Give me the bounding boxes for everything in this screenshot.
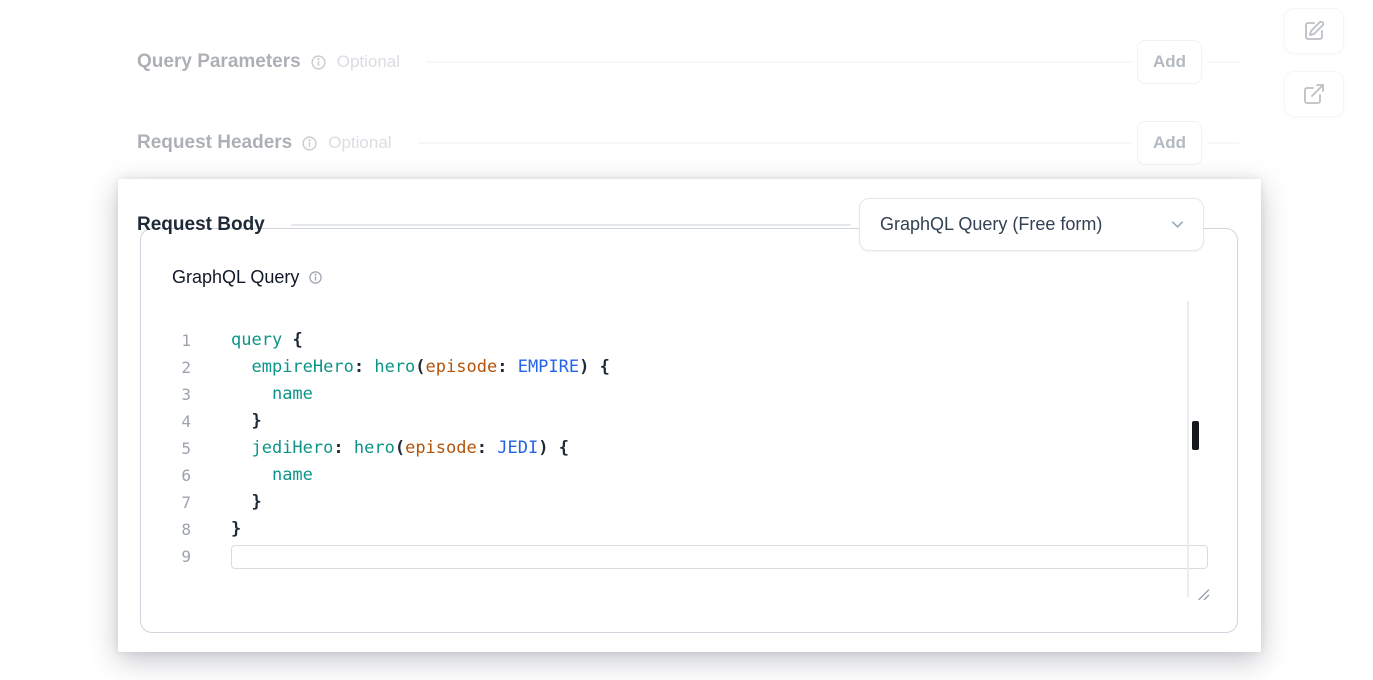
token-punctuation: } (251, 411, 261, 431)
scrollbar-thumb[interactable] (1192, 421, 1199, 450)
token-punctuation: { (559, 438, 569, 458)
code-line-2[interactable]: empireHero: hero(episode: EMPIRE) { (231, 354, 1208, 381)
code-line-3[interactable]: name (231, 381, 1208, 408)
graphql-query-label-row: GraphQL Query (172, 267, 323, 288)
divider-line (291, 224, 851, 226)
line-number: 5 (141, 435, 191, 462)
request-body-title: Request Body (137, 214, 265, 236)
token-punctuation: ( (395, 438, 405, 458)
code-line-4[interactable]: } (231, 408, 1208, 435)
token-plain (231, 411, 251, 431)
body-type-select[interactable]: GraphQL Query (Free form) (859, 198, 1204, 251)
code-line-8[interactable]: } (231, 516, 1208, 543)
body-type-selected-value: GraphQL Query (Free form) (880, 214, 1102, 235)
token-field: name (272, 465, 313, 485)
token-plain (507, 357, 517, 377)
token-punctuation: } (231, 519, 241, 539)
token-enum_value: EMPIRE (518, 357, 579, 377)
code-line-6[interactable]: name (231, 462, 1208, 489)
token-punctuation: ) (538, 438, 548, 458)
token-punctuation: ( (415, 357, 425, 377)
token-punctuation: } (251, 492, 261, 512)
token-field: hero (354, 438, 395, 458)
token-punctuation: : (354, 357, 364, 377)
code-gutter: 123456789 (141, 327, 191, 570)
token-keyword: query (231, 330, 282, 350)
code-line-1[interactable]: query { (231, 327, 1208, 354)
chevron-down-icon (1168, 215, 1187, 234)
line-number: 8 (141, 516, 191, 543)
token-field: hero (374, 357, 415, 377)
token-plain (344, 438, 354, 458)
code-editor[interactable]: query { empireHero: hero(episode: EMPIRE… (231, 327, 1208, 569)
token-field: empireHero (251, 357, 353, 377)
info-icon (308, 270, 323, 285)
token-plain (231, 438, 251, 458)
token-plain (231, 384, 272, 404)
token-punctuation: : (333, 438, 343, 458)
code-line-7[interactable]: } (231, 489, 1208, 516)
code-line-9[interactable] (231, 545, 1208, 569)
line-number: 1 (141, 327, 191, 354)
token-punctuation: { (292, 330, 302, 350)
line-number: 3 (141, 381, 191, 408)
resize-handle[interactable] (1197, 588, 1210, 606)
token-punctuation: : (497, 357, 507, 377)
line-number: 2 (141, 354, 191, 381)
line-number: 9 (141, 543, 191, 570)
graphql-query-label: GraphQL Query (172, 267, 299, 288)
token-field: jediHero (251, 438, 333, 458)
token-plain (231, 492, 251, 512)
token-plain (282, 330, 292, 350)
request-body-panel: Request Body GraphQL Query (Free form) G… (118, 179, 1261, 652)
token-field: name (272, 384, 313, 404)
token-plain (364, 357, 374, 377)
token-plain (231, 465, 272, 485)
line-number: 6 (141, 462, 191, 489)
token-punctuation: { (600, 357, 610, 377)
token-argument: episode (405, 438, 477, 458)
token-punctuation: ) (579, 357, 589, 377)
token-argument: episode (426, 357, 498, 377)
code-line-5[interactable]: jediHero: hero(episode: JEDI) { (231, 435, 1208, 462)
token-plain (548, 438, 558, 458)
line-number: 7 (141, 489, 191, 516)
token-plain (487, 438, 497, 458)
request-body-header: Request Body GraphQL Query (Free form) (137, 198, 1204, 251)
token-punctuation: : (477, 438, 487, 458)
token-plain (589, 357, 599, 377)
graphql-editor-panel: GraphQL Query 123456789 query { empireHe… (140, 228, 1238, 633)
token-enum_value: JEDI (497, 438, 538, 458)
token-plain (231, 357, 251, 377)
line-number: 4 (141, 408, 191, 435)
scrollbar-track[interactable] (1187, 301, 1189, 597)
